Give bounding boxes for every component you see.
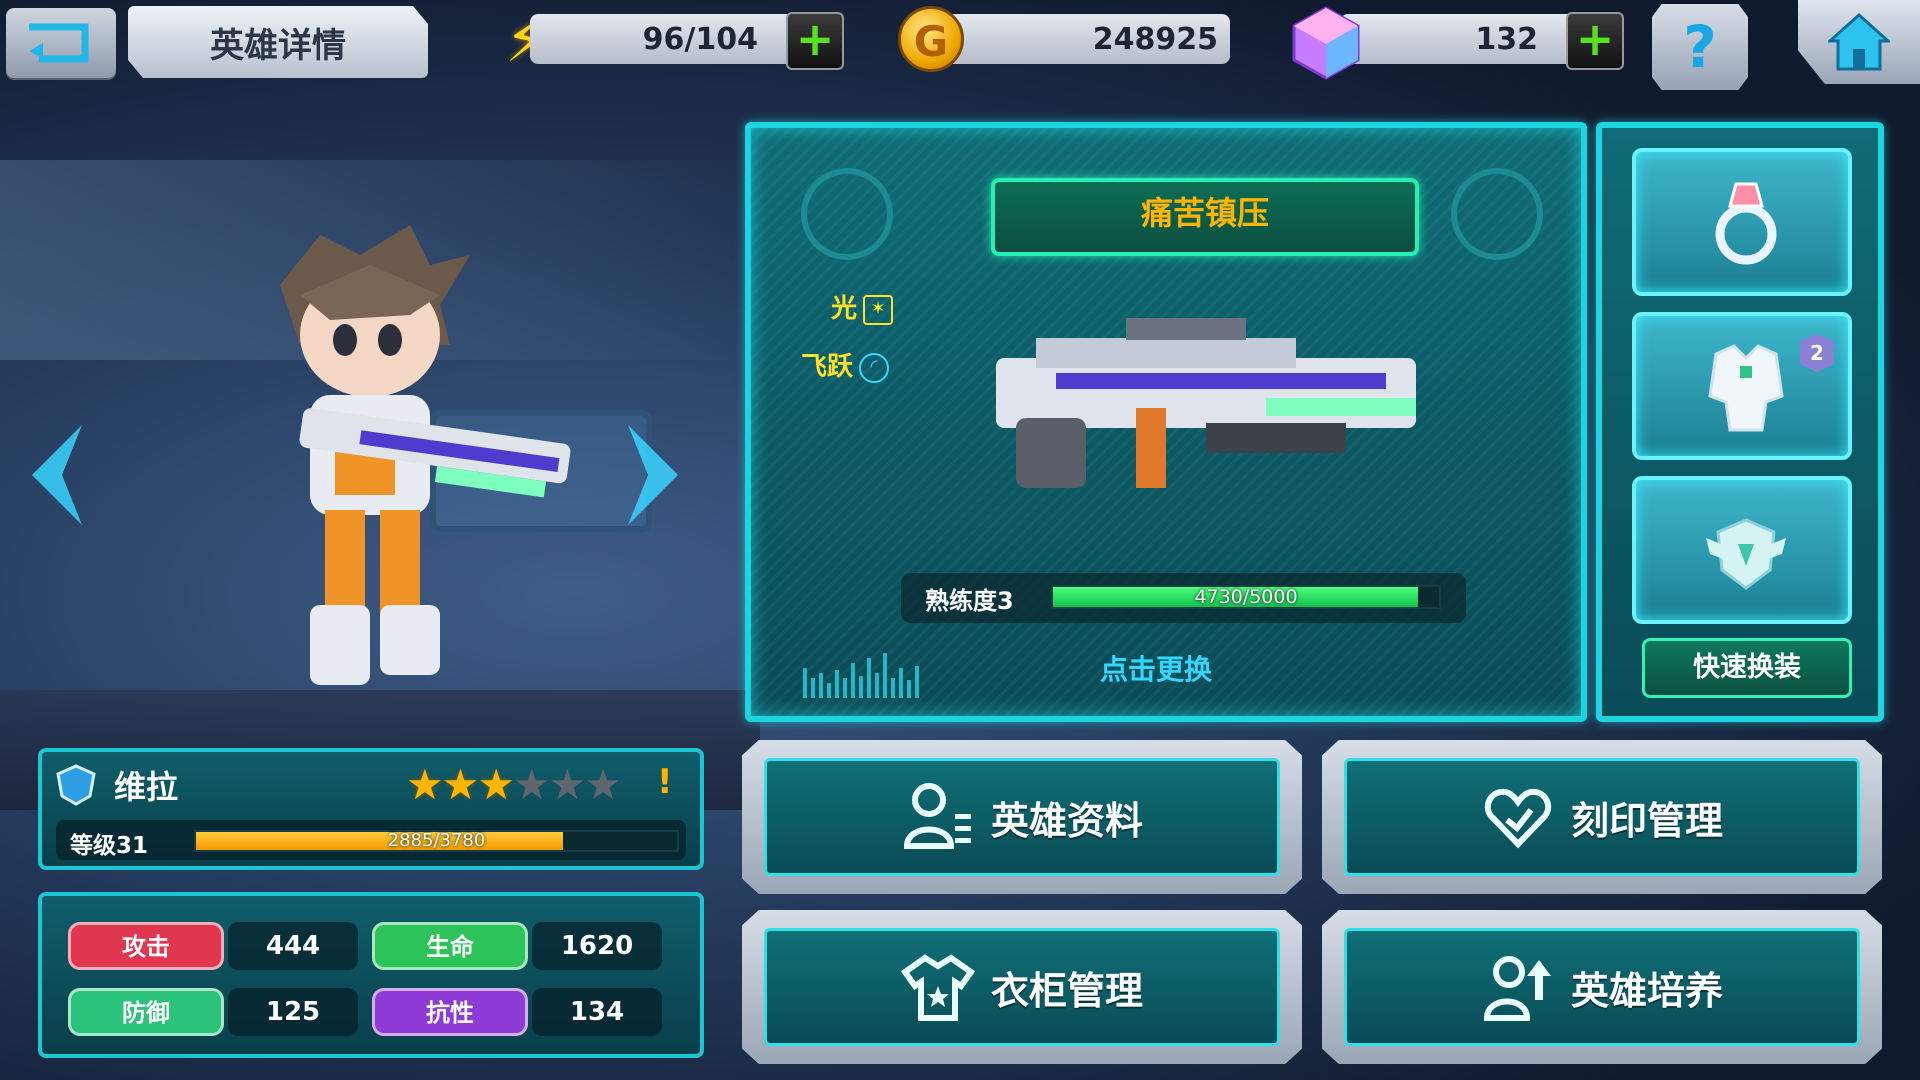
equip-slot-emblem[interactable] bbox=[1632, 476, 1852, 624]
hero-training-button[interactable]: 英雄培养 bbox=[1322, 910, 1882, 1064]
gold-counter: 248925 bbox=[920, 14, 1230, 64]
star-filled-icon: ★ bbox=[406, 760, 444, 809]
resist-value: 134 bbox=[532, 988, 662, 1036]
hero-stats-panel: 攻击 444 生命 1620 防御 125 抗性 134 bbox=[38, 892, 704, 1058]
star-filled-icon: ★ bbox=[441, 760, 480, 809]
quick-change-button[interactable]: 快速换装 bbox=[1642, 638, 1852, 698]
equip-slot-armor[interactable]: 2 bbox=[1632, 312, 1852, 460]
hero-profile-button[interactable]: 英雄资料 bbox=[742, 740, 1302, 894]
help-button[interactable]: ? bbox=[1652, 4, 1748, 90]
star-empty-icon: ★ bbox=[548, 760, 587, 809]
crosshair-decor-icon bbox=[801, 168, 893, 260]
back-button[interactable] bbox=[6, 8, 116, 78]
weapon-move-label: 飞跃 bbox=[801, 352, 854, 382]
weapon-element-tag: 光 ✶ bbox=[831, 288, 894, 325]
top-bar: 英雄详情 ⚡ 96/104 + 248925 G 132 + ? bbox=[0, 0, 1920, 90]
hero-training-face: 英雄培养 bbox=[1344, 928, 1860, 1046]
add-energy-button[interactable]: + bbox=[786, 12, 844, 70]
equip-slot-ring[interactable] bbox=[1632, 148, 1852, 296]
mastery-bar: 4730/5000 bbox=[1051, 585, 1441, 609]
hero-training-label: 英雄培养 bbox=[1570, 968, 1723, 1013]
page-title: 英雄详情 bbox=[128, 6, 428, 78]
previous-hero-arrow[interactable] bbox=[22, 420, 92, 530]
armor-grade-badge: 2 bbox=[1800, 334, 1834, 372]
wardrobe-manage-face: 衣柜管理 bbox=[764, 928, 1280, 1046]
weapon-move-tag: 飞跃 ◜ bbox=[801, 346, 890, 383]
hero-level: 等级31 bbox=[70, 833, 149, 859]
radar-decor-icon bbox=[1451, 168, 1543, 260]
energy-value: 96/104 bbox=[642, 21, 758, 57]
level-row: 等级31 2885/3780 bbox=[56, 820, 686, 860]
change-weapon-button[interactable]: 点击更换 bbox=[1056, 648, 1256, 692]
hp-label: 生命 bbox=[372, 922, 528, 970]
star-empty-icon: ★ bbox=[584, 760, 622, 809]
mastery-value: 4730/5000 bbox=[1194, 586, 1298, 608]
star-filled-icon: ★ bbox=[477, 760, 515, 809]
exp-bar: 2885/3780 bbox=[194, 830, 679, 852]
question-icon: ? bbox=[1683, 13, 1717, 81]
weapon-name: 痛苦镇压 bbox=[991, 178, 1419, 256]
next-hero-arrow[interactable] bbox=[618, 420, 688, 530]
imprint-heart-icon bbox=[1484, 788, 1552, 849]
attack-label: 攻击 bbox=[68, 922, 224, 970]
jump-icon: ◜ bbox=[859, 352, 890, 383]
hero-class-shield-icon bbox=[56, 764, 96, 806]
gold-coin-icon: G bbox=[898, 6, 964, 72]
hero-character-sprite bbox=[280, 225, 571, 685]
mastery-row: 熟练度3 4730/5000 bbox=[901, 573, 1466, 623]
upgrade-alert-icon[interactable]: ! bbox=[657, 762, 673, 802]
equalizer-decor-icon bbox=[803, 653, 919, 698]
hero-profile-face: 英雄资料 bbox=[764, 758, 1280, 876]
mastery-label: 熟练度3 bbox=[925, 587, 1014, 615]
crystal-gem-icon bbox=[1292, 6, 1360, 80]
gem-value: 132 bbox=[1475, 21, 1538, 57]
add-gem-button[interactable]: + bbox=[1566, 12, 1624, 70]
weapon-image bbox=[996, 318, 1416, 488]
defense-label: 防御 bbox=[68, 988, 224, 1036]
armor-icon bbox=[1708, 344, 1784, 432]
wardrobe-manage-label: 衣柜管理 bbox=[990, 968, 1143, 1013]
person-upgrade-icon bbox=[1483, 956, 1551, 1021]
ring-icon bbox=[1715, 182, 1777, 265]
shirt-icon bbox=[900, 954, 975, 1021]
imprint-manage-label: 刻印管理 bbox=[1570, 798, 1723, 843]
resist-label: 抗性 bbox=[372, 988, 528, 1036]
wardrobe-manage-button[interactable]: 衣柜管理 bbox=[742, 910, 1302, 1064]
exp-value: 2885/3780 bbox=[387, 830, 486, 851]
attack-value: 444 bbox=[228, 922, 358, 970]
stat-defense: 防御 125 bbox=[68, 988, 368, 1038]
hero-star-rating: ★★★★★★ bbox=[406, 760, 622, 809]
back-arrow-icon bbox=[29, 23, 89, 63]
equipment-panel: 2 快速换装 bbox=[1596, 122, 1884, 722]
gem-counter: 132 + bbox=[1340, 12, 1624, 70]
hp-value: 1620 bbox=[532, 922, 662, 970]
gold-value: 248925 bbox=[1092, 21, 1218, 57]
star-empty-icon: ★ bbox=[512, 760, 551, 809]
defense-value: 125 bbox=[228, 988, 358, 1036]
energy-counter: 96/104 + bbox=[530, 12, 844, 70]
hero-profile-label: 英雄资料 bbox=[990, 798, 1143, 843]
home-button[interactable] bbox=[1798, 0, 1920, 84]
weapon-element-label: 光 bbox=[831, 294, 858, 324]
home-icon bbox=[1828, 13, 1890, 71]
emblem-wings-icon bbox=[1706, 518, 1786, 590]
imprint-manage-button[interactable]: 刻印管理 bbox=[1322, 740, 1882, 894]
stat-resist: 抗性 134 bbox=[372, 988, 672, 1038]
hero-name: 维拉 bbox=[114, 768, 179, 806]
imprint-manage-face: 刻印管理 bbox=[1344, 758, 1860, 876]
stat-hp: 生命 1620 bbox=[372, 922, 672, 972]
person-profile-icon bbox=[903, 783, 971, 849]
hero-info-panel: 维拉 ★★★★★★ ! 等级31 2885/3780 bbox=[38, 748, 704, 870]
light-element-icon: ✶ bbox=[863, 294, 894, 325]
stat-attack: 攻击 444 bbox=[68, 922, 368, 972]
weapon-panel: 痛苦镇压 光 ✶ 飞跃 ◜ 熟练度3 4730/5000 点击更换 bbox=[745, 122, 1587, 722]
